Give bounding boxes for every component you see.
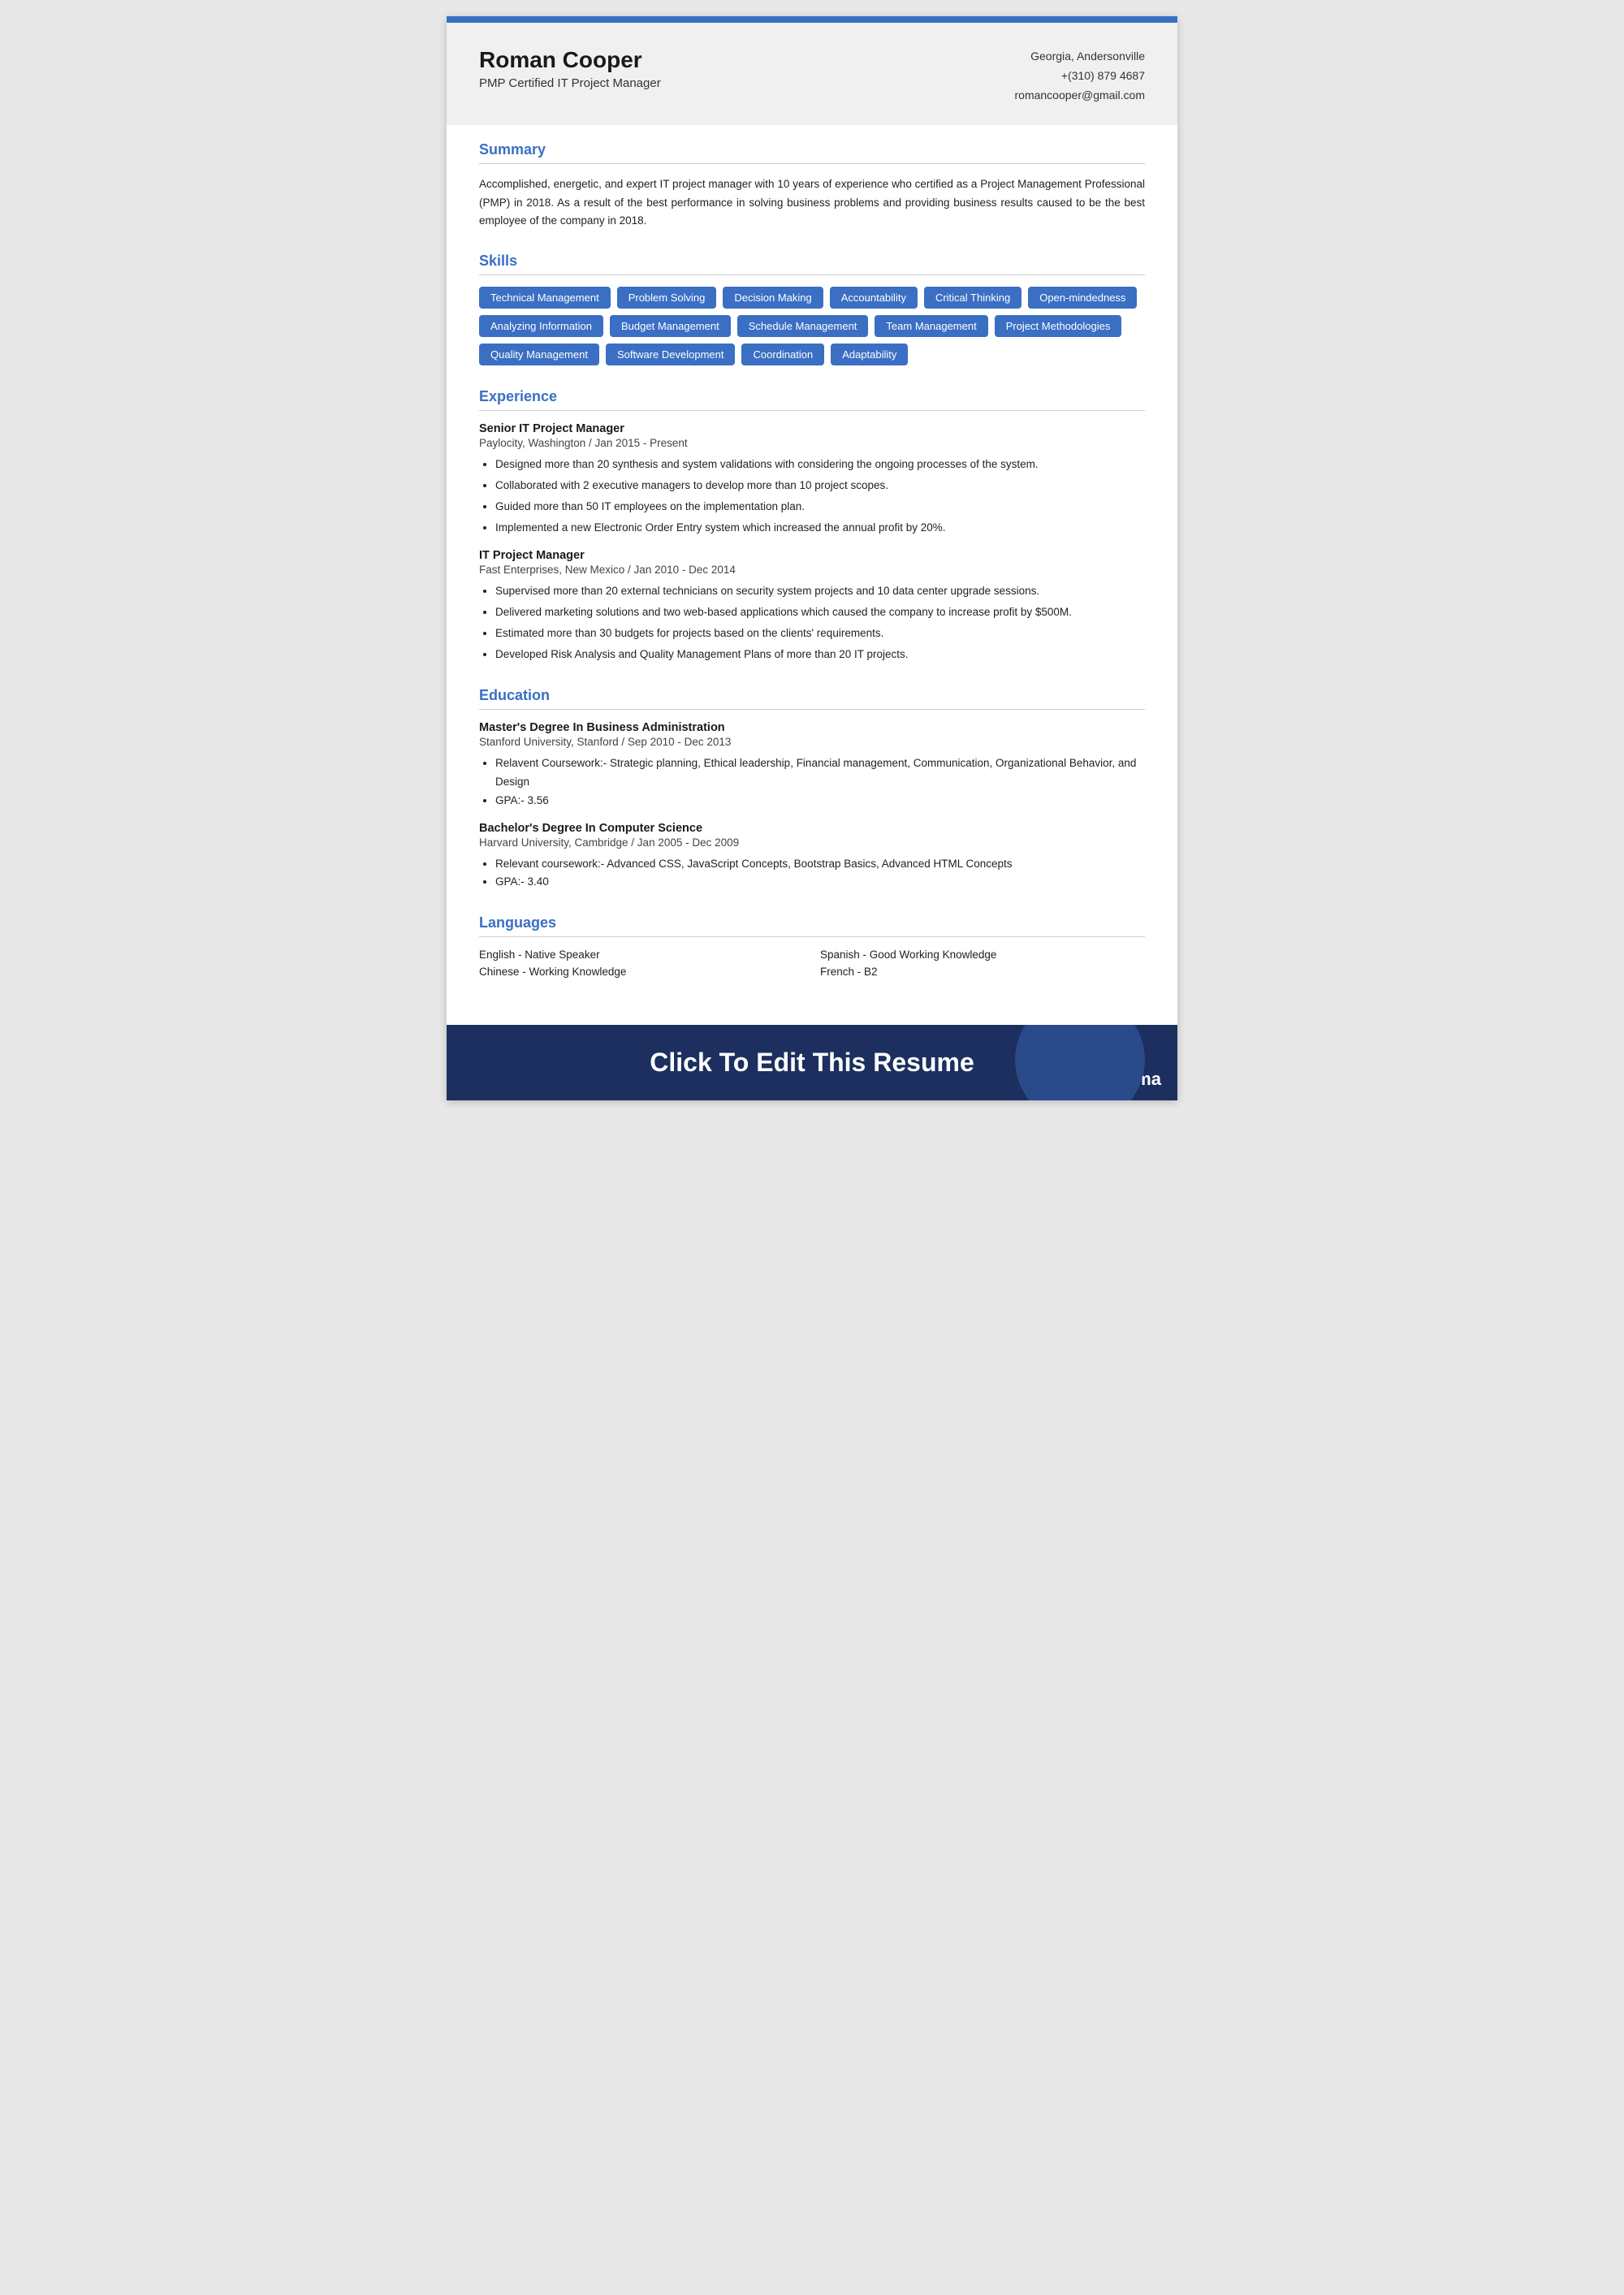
- languages-divider: [479, 936, 1145, 937]
- skill-badge: Budget Management: [610, 315, 731, 337]
- languages-section-title: Languages: [479, 914, 1145, 931]
- edu-institution: Harvard University, Cambridge / Jan 2005…: [479, 836, 1145, 849]
- skill-badge: Software Development: [606, 344, 736, 365]
- education-section-title: Education: [479, 687, 1145, 704]
- exp-bullets: Designed more than 20 synthesis and syst…: [479, 456, 1145, 538]
- contact-email: romancooper@gmail.com: [1015, 86, 1146, 106]
- languages-grid: English - Native Speaker Spanish - Good W…: [479, 949, 1145, 978]
- footer-cta-text: Click To Edit This Resume: [463, 1048, 1161, 1078]
- language-item: English - Native Speaker: [479, 949, 804, 961]
- languages-section: Languages English - Native Speaker Spanis…: [479, 914, 1145, 978]
- list-item: Supervised more than 20 external technic…: [495, 582, 1145, 601]
- summary-section: Summary Accomplished, energetic, and exp…: [479, 141, 1145, 230]
- skill-badge: Technical Management: [479, 287, 611, 309]
- summary-section-title: Summary: [479, 141, 1145, 158]
- list-item: Relavent Coursework:- Strategic planning…: [495, 754, 1145, 792]
- skill-badge: Open-mindedness: [1028, 287, 1137, 309]
- list-item: Developed Risk Analysis and Quality Mana…: [495, 646, 1145, 664]
- language-item: Chinese - Working Knowledge: [479, 966, 804, 978]
- list-item: Designed more than 20 synthesis and syst…: [495, 456, 1145, 474]
- list-item: Estimated more than 30 budgets for proje…: [495, 625, 1145, 643]
- skill-badge: Analyzing Information: [479, 315, 603, 337]
- edu-degree-title: Bachelor's Degree In Computer Science: [479, 822, 1145, 835]
- edu-bullets: Relevant coursework:- Advanced CSS, Java…: [479, 855, 1145, 892]
- skills-section: Skills Technical Management Problem Solvi…: [479, 253, 1145, 365]
- exp-job-title: Senior IT Project Manager: [479, 422, 1145, 435]
- skills-divider: [479, 274, 1145, 275]
- contact-location: Georgia, Andersonville: [1015, 47, 1146, 67]
- language-item: French - B2: [820, 966, 1145, 978]
- header-contact: Georgia, Andersonville +(310) 879 4687 r…: [1015, 47, 1146, 105]
- footer-bar[interactable]: Click To Edit This Resume Cr esuma: [447, 1025, 1177, 1100]
- exp-company: Fast Enterprises, New Mexico / Jan 2010 …: [479, 564, 1145, 576]
- edu-degree-title: Master's Degree In Business Administrati…: [479, 721, 1145, 734]
- edu-bullets: Relavent Coursework:- Strategic planning…: [479, 754, 1145, 810]
- skill-badge: Adaptability: [831, 344, 908, 365]
- skill-badge: Project Methodologies: [995, 315, 1122, 337]
- skill-badge: Accountability: [830, 287, 918, 309]
- skills-container: Technical Management Problem Solving Decis…: [479, 287, 1145, 365]
- skill-badge: Quality Management: [479, 344, 599, 365]
- resume-content: Summary Accomplished, energetic, and exp…: [447, 125, 1177, 1025]
- resume-header: Roman Cooper PMP Certified IT Project Ma…: [447, 23, 1177, 125]
- language-item: Spanish - Good Working Knowledge: [820, 949, 1145, 961]
- skill-badge: Critical Thinking: [924, 287, 1021, 309]
- list-item: GPA:- 3.40: [495, 873, 1145, 892]
- experience-container: Senior IT Project Manager Paylocity, Wash…: [479, 422, 1145, 664]
- header-left: Roman Cooper PMP Certified IT Project Ma…: [479, 47, 661, 90]
- candidate-title: PMP Certified IT Project Manager: [479, 76, 661, 90]
- experience-divider: [479, 410, 1145, 411]
- candidate-name: Roman Cooper: [479, 47, 661, 73]
- experience-section-title: Experience: [479, 388, 1145, 405]
- skill-badge: Decision Making: [723, 287, 823, 309]
- list-item: Guided more than 50 IT employees on the …: [495, 498, 1145, 516]
- exp-company: Paylocity, Washington / Jan 2015 - Prese…: [479, 437, 1145, 449]
- experience-section: Experience Senior IT Project Manager Payl…: [479, 388, 1145, 664]
- edu-institution: Stanford University, Stanford / Sep 2010…: [479, 736, 1145, 748]
- skill-badge: Problem Solving: [617, 287, 717, 309]
- education-container: Master's Degree In Business Administrati…: [479, 721, 1145, 892]
- exp-job-title: IT Project Manager: [479, 549, 1145, 562]
- skills-section-title: Skills: [479, 253, 1145, 270]
- education-divider: [479, 709, 1145, 710]
- resume-page: Roman Cooper PMP Certified IT Project Ma…: [447, 16, 1177, 1100]
- list-item: Implemented a new Electronic Order Entry…: [495, 519, 1145, 538]
- skill-badge: Schedule Management: [737, 315, 869, 337]
- top-accent-bar: [447, 16, 1177, 23]
- contact-phone: +(310) 879 4687: [1015, 67, 1146, 86]
- list-item: Collaborated with 2 executive managers t…: [495, 477, 1145, 495]
- list-item: Delivered marketing solutions and two we…: [495, 603, 1145, 622]
- exp-bullets: Supervised more than 20 external technic…: [479, 582, 1145, 664]
- list-item: GPA:- 3.56: [495, 792, 1145, 810]
- skill-badge: Coordination: [741, 344, 824, 365]
- skill-badge: Team Management: [875, 315, 987, 337]
- list-item: Relevant coursework:- Advanced CSS, Java…: [495, 855, 1145, 874]
- education-section: Education Master's Degree In Business Ad…: [479, 687, 1145, 892]
- summary-text: Accomplished, energetic, and expert IT p…: [479, 175, 1145, 230]
- summary-divider: [479, 163, 1145, 164]
